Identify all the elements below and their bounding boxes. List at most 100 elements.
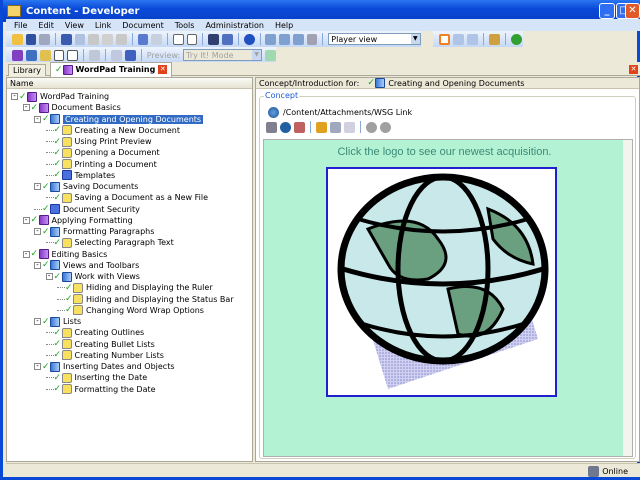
menu-edit[interactable]: Edit — [38, 21, 54, 30]
menu-document[interactable]: Document — [122, 21, 163, 30]
check-out-icon[interactable] — [279, 33, 290, 45]
collapse-toggle-icon[interactable]: - — [22, 104, 30, 112]
spellcheck-icon[interactable] — [222, 33, 233, 45]
menu-view[interactable]: View — [65, 21, 84, 30]
tree-item[interactable]: ✓ Using Print Preview — [45, 136, 152, 147]
collapse-toggle-icon[interactable]: - — [34, 183, 41, 190]
concept-group-label: Concept — [264, 91, 300, 100]
tab-wordpad-training[interactable]: ✓ WordPad Training ✕ — [50, 62, 173, 77]
web-icon[interactable] — [280, 121, 291, 133]
tree-item[interactable]: - ✓ Document Basics — [22, 102, 121, 113]
copy-icon[interactable] — [74, 33, 86, 45]
tree-item[interactable]: ✓ Templates — [45, 170, 115, 181]
question-icon[interactable] — [53, 49, 65, 61]
new-section-icon[interactable] — [25, 49, 37, 61]
tree-item[interactable]: - ✓ Creating and Opening Documents — [34, 114, 204, 125]
save-icon[interactable] — [25, 33, 37, 45]
find-icon[interactable] — [208, 33, 220, 45]
tree-item[interactable]: - ✓ Formatting Paragraphs — [34, 226, 154, 237]
open-icon[interactable] — [12, 33, 23, 45]
move-up-icon[interactable] — [111, 49, 122, 61]
collapse-toggle-icon[interactable]: - — [34, 228, 41, 235]
expand-icon[interactable] — [172, 33, 184, 45]
name-column-header[interactable]: Name — [7, 78, 252, 89]
tree-item[interactable]: - ✓ Saving Documents — [34, 181, 138, 192]
print-preview-icon[interactable] — [39, 33, 51, 45]
layout-split-icon[interactable] — [439, 33, 450, 45]
collapse-toggle-icon[interactable]: - — [45, 273, 53, 280]
edit-icon[interactable] — [316, 121, 327, 133]
properties-icon[interactable] — [115, 33, 127, 45]
paste-icon[interactable] — [88, 33, 100, 45]
check-in-icon[interactable] — [265, 33, 277, 45]
tree-item[interactable]: - ✓ Editing Basics — [22, 249, 107, 260]
menu-file[interactable]: File — [14, 21, 27, 30]
tree-item[interactable]: - ✓ Lists — [34, 316, 81, 327]
tree-item[interactable]: ✓ Inserting the Date — [45, 372, 147, 383]
preview-icon[interactable] — [344, 121, 355, 133]
tree-item[interactable]: - ✓ Work with Views — [45, 271, 140, 282]
tree-item[interactable]: ✓ Creating Bullet Lists — [45, 339, 155, 350]
collapse-toggle-icon[interactable]: - — [22, 250, 30, 258]
properties-icon[interactable] — [330, 121, 341, 133]
tree-item[interactable]: ✓ Hiding and Displaying the Ruler — [57, 282, 213, 293]
minimize-button[interactable]: _ — [599, 3, 615, 19]
move-down-icon[interactable] — [124, 49, 136, 61]
globe-logo-link[interactable] — [326, 167, 557, 397]
import-icon[interactable] — [292, 33, 304, 45]
break-link-icon[interactable] — [294, 121, 305, 133]
new-module-icon[interactable] — [12, 49, 23, 61]
tree-item[interactable]: ✓ Creating a New Document — [45, 125, 180, 136]
layout-horizontal-icon[interactable] — [453, 33, 464, 45]
cut-icon[interactable] — [61, 33, 72, 45]
refresh-icon[interactable] — [511, 33, 522, 45]
tree-item[interactable]: - ✓ WordPad Training — [11, 91, 109, 102]
undo-icon[interactable] — [137, 33, 149, 45]
collapse-toggle-icon[interactable]: - — [34, 115, 41, 123]
tree-item[interactable]: - ✓ Inserting Dates and Objects — [34, 361, 175, 372]
link-icon[interactable] — [266, 121, 277, 133]
tree-item[interactable]: ✓ Creating Outlines — [45, 327, 144, 338]
tree-item[interactable]: ✓ Opening a Document — [45, 147, 160, 158]
collapse-icon[interactable] — [186, 33, 198, 45]
tree-item[interactable]: ✓ Saving a Document as a New File — [45, 192, 208, 203]
tree-item[interactable]: ✓ Document Security — [34, 204, 140, 215]
collapse-toggle-icon[interactable]: - — [22, 216, 30, 224]
content-scrollbar[interactable] — [623, 140, 632, 456]
close-tab-icon[interactable]: ✕ — [158, 65, 168, 74]
attachment-path-text[interactable]: /Content/Attachments/WSG Link — [283, 108, 412, 117]
tree-item[interactable]: - ✓ Applying Formatting — [22, 215, 133, 226]
tree-item[interactable]: ✓ Selecting Paragraph Text — [45, 237, 174, 248]
tab-library[interactable]: Library — [8, 64, 46, 76]
layout-vertical-icon[interactable] — [467, 33, 478, 45]
question-menu-icon[interactable] — [67, 49, 79, 61]
menu-help[interactable]: Help — [275, 21, 293, 30]
collapse-toggle-icon[interactable]: - — [34, 261, 41, 269]
tree-item[interactable]: - ✓ Views and Toolbars — [34, 260, 139, 271]
collapse-toggle-icon[interactable]: - — [11, 93, 18, 100]
view-select[interactable]: Player view ▼ — [328, 33, 421, 45]
tree-item[interactable]: ✓ Changing Word Wrap Options — [57, 305, 204, 316]
new-topic-icon[interactable] — [39, 49, 51, 61]
redo-icon[interactable] — [151, 33, 162, 45]
preview-mode-select[interactable]: Try It! Mode ▼ — [183, 49, 263, 61]
help-icon[interactable] — [243, 33, 255, 45]
settings-icon[interactable] — [89, 49, 101, 61]
collapse-toggle-icon[interactable]: - — [34, 318, 41, 325]
stop-icon[interactable] — [380, 121, 391, 133]
tree-item[interactable]: ✓ Printing a Document — [45, 159, 157, 170]
preview-go-icon[interactable] — [265, 49, 276, 61]
menu-link[interactable]: Link — [95, 21, 111, 30]
tree-item[interactable]: ✓ Creating Number Lists — [45, 350, 164, 361]
tree-item[interactable]: ✓ Formatting the Date — [45, 384, 156, 395]
tree-item[interactable]: ✓ Hiding and Displaying the Status Bar — [57, 294, 234, 305]
close-pane-icon[interactable]: ✕ — [629, 65, 638, 74]
lock-icon[interactable] — [306, 33, 318, 45]
play-icon[interactable] — [366, 121, 377, 133]
delete-icon[interactable] — [102, 33, 113, 45]
menu-administration[interactable]: Administration — [205, 21, 264, 30]
close-button[interactable]: ✕ — [625, 3, 640, 19]
collapse-toggle-icon[interactable]: - — [34, 363, 41, 370]
publish-icon[interactable] — [489, 33, 500, 45]
menu-tools[interactable]: Tools — [175, 21, 195, 30]
